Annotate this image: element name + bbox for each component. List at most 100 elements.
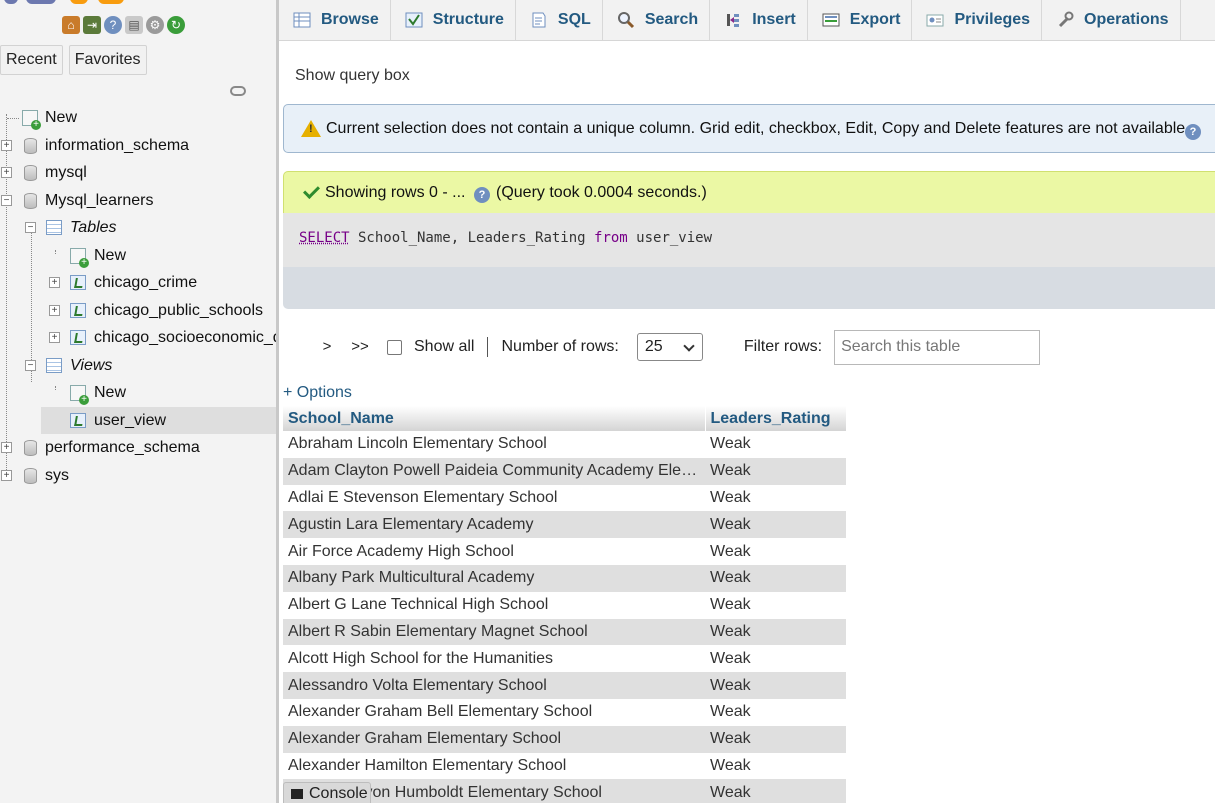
expand-icon[interactable]: + — [1, 140, 12, 151]
table-icon — [70, 330, 86, 345]
recent-button[interactable]: Recent — [0, 45, 63, 75]
tab-search[interactable]: Search — [603, 0, 710, 40]
tree-item-tables[interactable]: − Tables — [0, 214, 276, 242]
cell-school-name: Alexander Graham Elementary School — [283, 726, 705, 753]
success-message: Showing rows 0 - ... ? (Query took 0.000… — [283, 171, 1215, 213]
table-row[interactable]: Adam Clayton Powell Paideia Community Ac… — [283, 458, 846, 485]
nav-toolbar: ⌂ ⇥ ? ▤ ⚙ ↻ — [62, 16, 185, 34]
options-toggle[interactable]: + Options — [283, 384, 352, 402]
tables-group-icon — [46, 220, 62, 235]
table-row[interactable]: Adlai E Stevenson Elementary School Weak — [283, 485, 846, 512]
tab-browse[interactable]: Browse — [279, 0, 391, 40]
tree-item-mysql-learners[interactable]: − Mysql_learners — [0, 187, 276, 215]
tree-item-chicago-socioeconomic-data[interactable]: + chicago_socioeconomic_data — [0, 324, 276, 352]
last-page-button[interactable]: >> — [345, 329, 375, 365]
filter-rows-input[interactable] — [834, 330, 1040, 365]
cell-school-name: Alexander Graham Bell Elementary School — [283, 699, 705, 726]
logout-icon[interactable]: ⇥ — [83, 16, 101, 34]
cell-school-name: Alessandro Volta Elementary School — [283, 672, 705, 699]
help-icon[interactable]: ? — [1185, 124, 1201, 140]
sql-query-display[interactable]: SELECT School_Name, Leaders_Rating from … — [283, 213, 1215, 267]
tree-item-chicago-crime[interactable]: + chicago_crime — [0, 269, 276, 297]
views-group-icon — [46, 358, 62, 373]
column-header-school-name[interactable]: School_Name — [283, 406, 705, 431]
panel-resizer[interactable] — [276, 0, 279, 803]
next-page-button[interactable]: > — [312, 329, 342, 365]
table-row[interactable]: Alcott High School for the Humanities Wea… — [283, 645, 846, 672]
collapse-icon[interactable]: − — [1, 195, 12, 206]
tab-operations[interactable]: Operations — [1042, 0, 1180, 40]
database-icon — [24, 138, 37, 154]
tree-item-information-schema[interactable]: + information_schema — [0, 132, 276, 160]
column-header-leaders-rating[interactable]: Leaders_Rating — [705, 406, 846, 431]
tree-item-new[interactable]: New — [0, 104, 276, 132]
tree-item-performance-schema[interactable]: + performance_schema — [0, 434, 276, 462]
cell-leaders-rating: Weak — [705, 538, 846, 565]
link-with-main-icon[interactable] — [230, 86, 246, 96]
table-row[interactable]: Abraham Lincoln Elementary School Weak — [283, 431, 846, 458]
navigation-panel: ⌂ ⇥ ? ▤ ⚙ ↻ Recent Favorites New + infor… — [0, 0, 276, 803]
tab-structure[interactable]: Structure — [391, 0, 516, 40]
tab-export[interactable]: Export — [808, 0, 913, 40]
sql-keyword-select[interactable]: SELECT — [299, 230, 350, 246]
show-query-box-link[interactable]: Show query box — [295, 67, 410, 85]
cell-leaders-rating: Weak — [705, 565, 846, 592]
tab-privileges[interactable]: Privileges — [912, 0, 1042, 40]
table-row[interactable]: Alexander Graham Elementary School Weak — [283, 726, 846, 753]
cell-leaders-rating: Weak — [705, 672, 846, 699]
expand-icon[interactable]: + — [49, 305, 60, 316]
tree-item-new-table[interactable]: New — [0, 242, 276, 270]
home-icon[interactable]: ⌂ — [62, 16, 80, 34]
expand-icon[interactable]: + — [1, 470, 12, 481]
expand-icon[interactable]: + — [1, 442, 12, 453]
tree-item-new-view[interactable]: New — [0, 379, 276, 407]
tab-sql[interactable]: SQL — [516, 0, 603, 40]
top-menu-tabs: Browse Structure SQL Search Insert Expor… — [279, 0, 1215, 41]
gear-icon[interactable]: ⚙ — [146, 16, 164, 34]
cell-leaders-rating: Weak — [705, 779, 846, 803]
console-icon — [291, 789, 303, 799]
table-row[interactable]: Agustin Lara Elementary Academy Weak — [283, 511, 846, 538]
new-db-icon — [22, 110, 38, 126]
main-content: Show query box Current selection does no… — [283, 41, 1215, 803]
notice-text: Current selection does not contain a uni… — [326, 120, 1190, 138]
table-icon — [70, 303, 86, 318]
show-all-checkbox[interactable] — [387, 340, 402, 355]
tree-item-user-view[interactable]: user_view — [41, 407, 276, 435]
cell-leaders-rating: Weak — [705, 645, 846, 672]
reload-icon[interactable]: ↻ — [167, 16, 185, 34]
show-all-label: Show all — [414, 338, 474, 356]
collapse-icon[interactable]: − — [25, 222, 36, 233]
table-row[interactable]: Air Force Academy High School Weak — [283, 538, 846, 565]
table-row[interactable]: Alexander Graham Bell Elementary School W… — [283, 699, 846, 726]
table-row[interactable]: Albany Park Multicultural Academy Weak — [283, 565, 846, 592]
collapse-icon[interactable]: − — [25, 360, 36, 371]
table-row[interactable]: Albert G Lane Technical High School Weak — [283, 592, 846, 619]
tree-item-sys[interactable]: + sys — [0, 462, 276, 490]
number-of-rows-label: Number of rows: — [501, 338, 618, 356]
phpmyadmin-logo[interactable] — [0, 0, 140, 6]
table-row[interactable]: Alexander Hamilton Elementary School Weak — [283, 753, 846, 780]
expand-icon[interactable]: + — [1, 167, 12, 178]
view-icon — [70, 413, 86, 428]
cell-school-name: Abraham Lincoln Elementary School — [283, 431, 705, 458]
docs-icon[interactable]: ▤ — [125, 16, 143, 34]
new-table-icon — [70, 248, 86, 264]
help-icon[interactable]: ? — [474, 187, 490, 203]
favorites-button[interactable]: Favorites — [69, 45, 147, 75]
console-toggle[interactable]: Console — [283, 782, 371, 803]
tab-insert[interactable]: Insert — [710, 0, 808, 40]
privileges-icon — [926, 11, 944, 29]
number-of-rows-select[interactable]: 25 — [637, 333, 703, 361]
table-row[interactable]: Alessandro Volta Elementary School Weak — [283, 672, 846, 699]
cell-leaders-rating: Weak — [705, 699, 846, 726]
help-icon[interactable]: ? — [104, 16, 122, 34]
query-time-text: (Query took 0.0004 seconds.) — [496, 184, 707, 202]
tree-item-views[interactable]: − Views — [0, 352, 276, 380]
table-row[interactable]: Albert R Sabin Elementary Magnet School W… — [283, 619, 846, 646]
expand-icon[interactable]: + — [49, 277, 60, 288]
cell-school-name: Albert R Sabin Elementary Magnet School — [283, 619, 705, 646]
tree-item-mysql[interactable]: + mysql — [0, 159, 276, 187]
expand-icon[interactable]: + — [49, 332, 60, 343]
tree-item-chicago-public-schools[interactable]: + chicago_public_schools — [0, 297, 276, 325]
